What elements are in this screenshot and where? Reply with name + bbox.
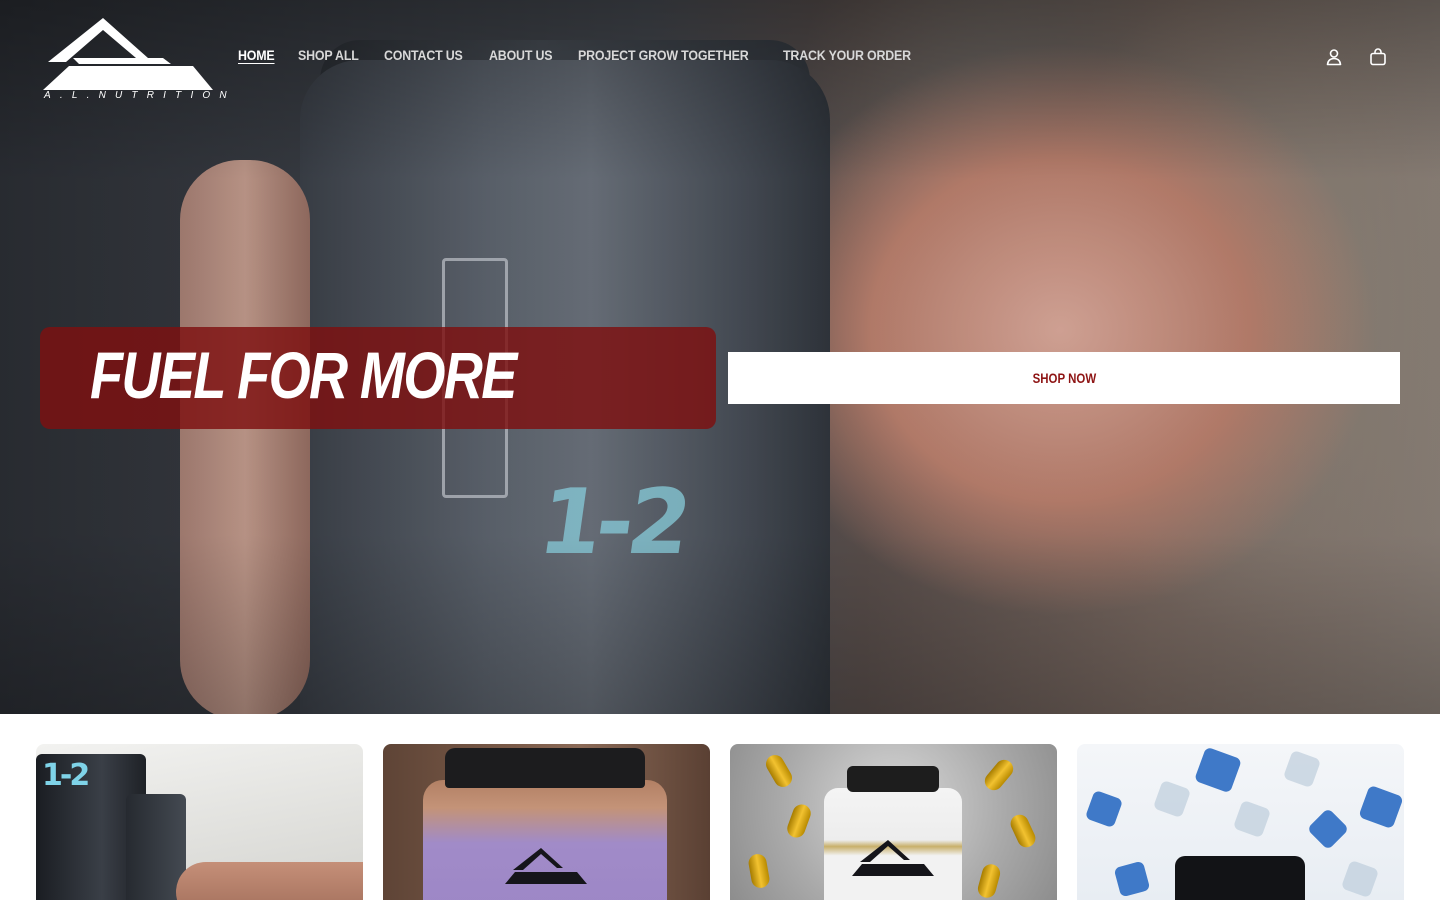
nav-track-your-order[interactable]: TRACK YOUR ORDER (783, 48, 911, 63)
card-3-product-lid (847, 766, 939, 792)
nav-home[interactable]: HOME (238, 48, 275, 63)
product-card-4[interactable] (1077, 744, 1404, 900)
card-3-brand-logo-icon (852, 840, 934, 876)
brand-wordmark: A.L.NUTRITION (44, 90, 236, 101)
shop-now-label: SHOP NOW (1032, 370, 1096, 386)
hero-headline: FUEL FOR MORE (90, 338, 517, 412)
card-1-product-logo: 1-2 (42, 758, 90, 793)
card-2-product-lid (445, 748, 645, 788)
nav-contact-us[interactable]: CONTACT US (384, 48, 463, 63)
account-icon[interactable] (1323, 46, 1345, 68)
site-header: A.L.NUTRITION HOME SHOP ALL CONTACT US A… (0, 0, 1440, 115)
main-nav: HOME SHOP ALL CONTACT US ABOUT US PROJEC… (238, 48, 922, 63)
user-icon (1326, 49, 1342, 66)
cart-icon[interactable] (1367, 46, 1389, 68)
product-card-1[interactable]: 1-2 (36, 744, 363, 900)
nav-project-grow-together[interactable]: PROJECT GROW TOGETHER (578, 48, 749, 63)
nav-shop-all[interactable]: SHOP ALL (298, 48, 359, 63)
product-card-2[interactable] (383, 744, 710, 900)
card-1-arm (176, 862, 363, 900)
card-4-product-tub (1175, 856, 1305, 900)
nav-about-us[interactable]: ABOUT US (489, 48, 553, 63)
shop-now-button[interactable]: SHOP NOW (728, 352, 1400, 404)
featured-collections: 1-2 (36, 744, 1404, 900)
shopping-bag-icon (1370, 48, 1386, 66)
card-2-brand-logo-icon (505, 848, 587, 884)
product-card-3[interactable] (730, 744, 1057, 900)
